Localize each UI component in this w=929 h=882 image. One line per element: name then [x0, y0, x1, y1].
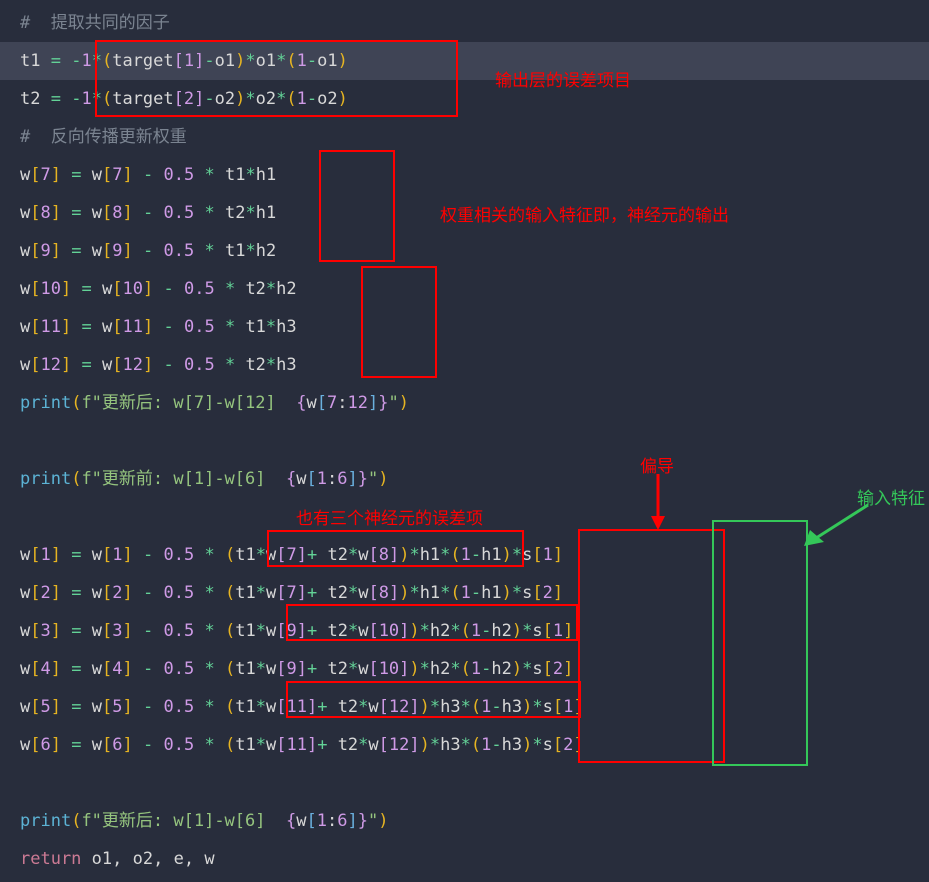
code-line-w12: w[12] = w[12] - 0.5 * t2*h3: [0, 346, 929, 384]
comment-text: # 反向传播更新权重: [20, 127, 187, 147]
code-line-print1: print(f"更新后: w[7]-w[12] {w[7:12]}"): [0, 384, 929, 422]
code-line-w1: w[1] = w[1] - 0.5 * (t1*w[7]+ t2*w[8])*h…: [0, 536, 929, 574]
code-line-w4: w[4] = w[4] - 0.5 * (t1*w[9]+ t2*w[10])*…: [0, 650, 929, 688]
code-line-w7: w[7] = w[7] - 0.5 * t1*h1: [0, 156, 929, 194]
blank-line: [0, 498, 929, 536]
code-line-w6: w[6] = w[6] - 0.5 * (t1*w[11]+ t2*w[12])…: [0, 726, 929, 764]
blank-line: [0, 764, 929, 802]
comment-text: # 提取共同的因子: [20, 13, 170, 33]
code-line-print3: print(f"更新后: w[1]-w[6] {w[1:6]}"): [0, 802, 929, 840]
code-block: # 提取共同的因子 t1 = -1*(target[1]-o1)*o1*(1-o…: [0, 0, 929, 878]
code-line-return: return o1, o2, e, w: [0, 840, 929, 878]
code-line-w5: w[5] = w[5] - 0.5 * (t1*w[11]+ t2*w[12])…: [0, 688, 929, 726]
code-line-w8: w[8] = w[8] - 0.5 * t2*h1: [0, 194, 929, 232]
comment-line: # 反向传播更新权重: [0, 118, 929, 156]
code-line-w9: w[9] = w[9] - 0.5 * t1*h2: [0, 232, 929, 270]
code-line-w11: w[11] = w[11] - 0.5 * t1*h3: [0, 308, 929, 346]
code-line-print2: print(f"更新前: w[1]-w[6] {w[1:6]}"): [0, 460, 929, 498]
code-line-w2: w[2] = w[2] - 0.5 * (t1*w[7]+ t2*w[8])*h…: [0, 574, 929, 612]
code-line-w3: w[3] = w[3] - 0.5 * (t1*w[9]+ t2*w[10])*…: [0, 612, 929, 650]
comment-line: # 提取共同的因子: [0, 4, 929, 42]
code-line-t2: t2 = -1*(target[2]-o2)*o2*(1-o2): [0, 80, 929, 118]
code-line-t1: t1 = -1*(target[1]-o1)*o1*(1-o1): [0, 42, 929, 80]
blank-line: [0, 422, 929, 460]
code-line-w10: w[10] = w[10] - 0.5 * t2*h2: [0, 270, 929, 308]
